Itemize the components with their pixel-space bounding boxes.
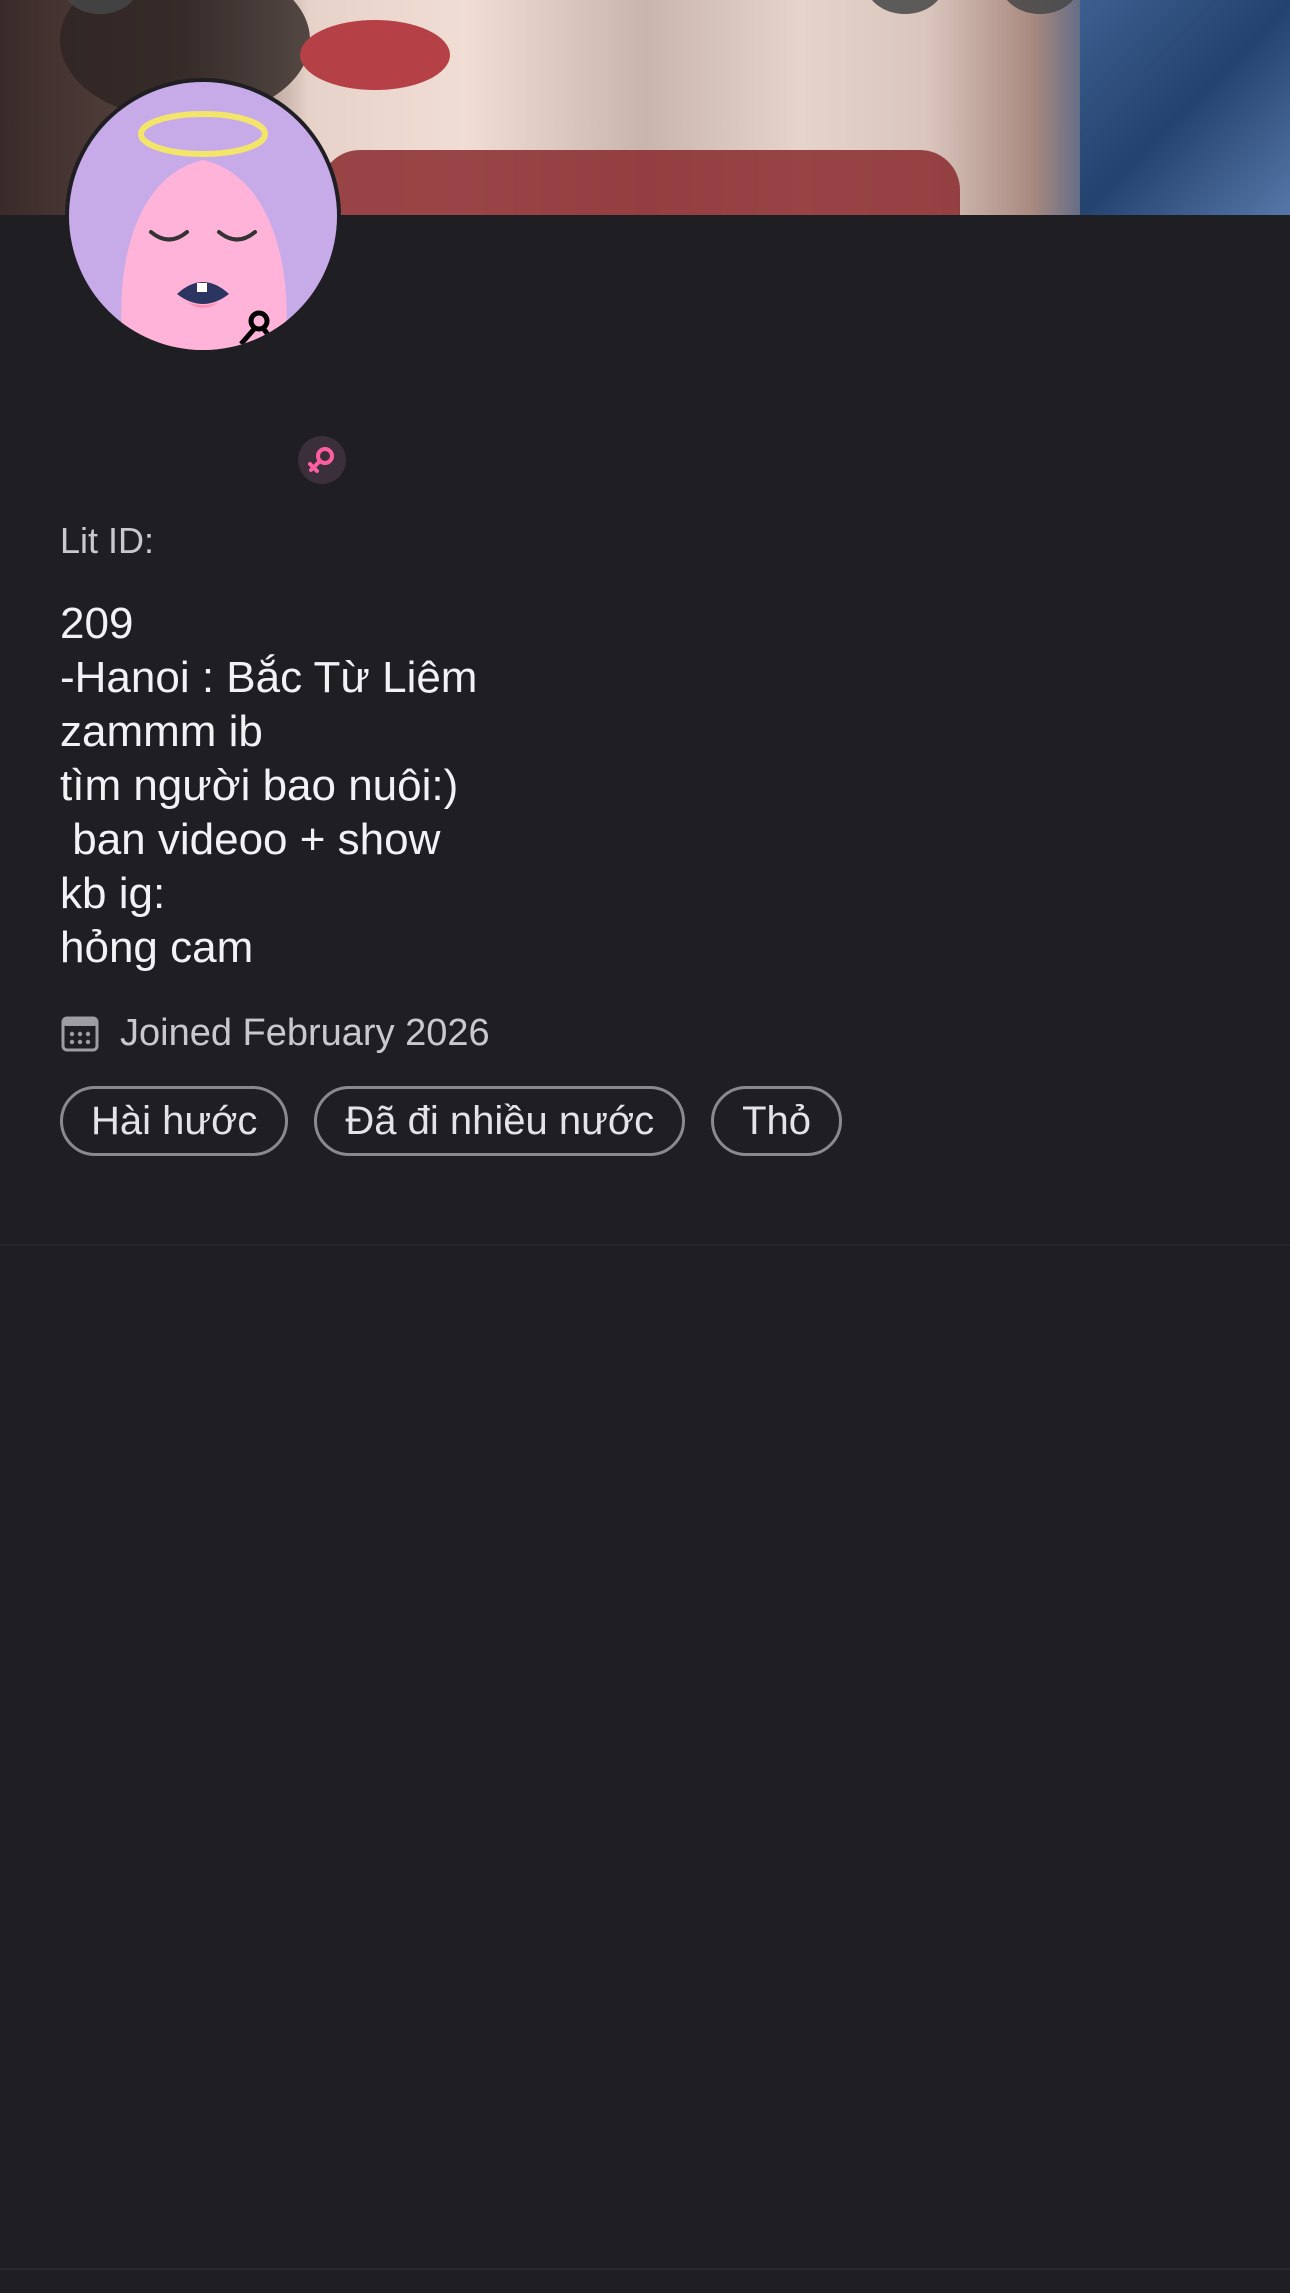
bottom-divider bbox=[0, 2268, 1290, 2270]
avatar[interactable] bbox=[65, 78, 341, 354]
share-button[interactable] bbox=[865, 0, 945, 14]
female-icon bbox=[298, 436, 346, 484]
joined-date: Joined February 2026 bbox=[60, 1005, 490, 1061]
joined-text: Joined February 2026 bbox=[120, 1011, 490, 1054]
tag-chip[interactable]: Đã đi nhiều nước bbox=[314, 1086, 686, 1156]
bio-line: ban videoo + show bbox=[60, 815, 441, 864]
calendar-icon bbox=[61, 1016, 99, 1052]
tag-chip[interactable]: Hài hước bbox=[60, 1086, 289, 1156]
section-divider bbox=[0, 1244, 1290, 1246]
bio-line: -Hanoi : Bắc Từ Liêm bbox=[60, 653, 478, 702]
bio-line: kb ig: bbox=[60, 869, 166, 918]
bio-line: hỏng cam bbox=[60, 923, 254, 972]
tag-chip[interactable]: Thỏ bbox=[711, 1086, 843, 1156]
angel-monster-avatar-icon bbox=[69, 82, 337, 350]
bio-line: zammm ib bbox=[60, 707, 263, 756]
bio: 209 -Hanoi : Bắc Từ Liêm zammm ib tìm ng… bbox=[60, 597, 477, 975]
bio-line: 209 bbox=[60, 599, 134, 648]
more-button[interactable] bbox=[1000, 0, 1080, 14]
bio-line: tìm người bao nuôi:) bbox=[60, 761, 459, 810]
lit-id-label: Lit ID: bbox=[60, 520, 155, 561]
interest-tags: Hài hước Đã đi nhiều nước Thỏ bbox=[60, 1086, 843, 1156]
